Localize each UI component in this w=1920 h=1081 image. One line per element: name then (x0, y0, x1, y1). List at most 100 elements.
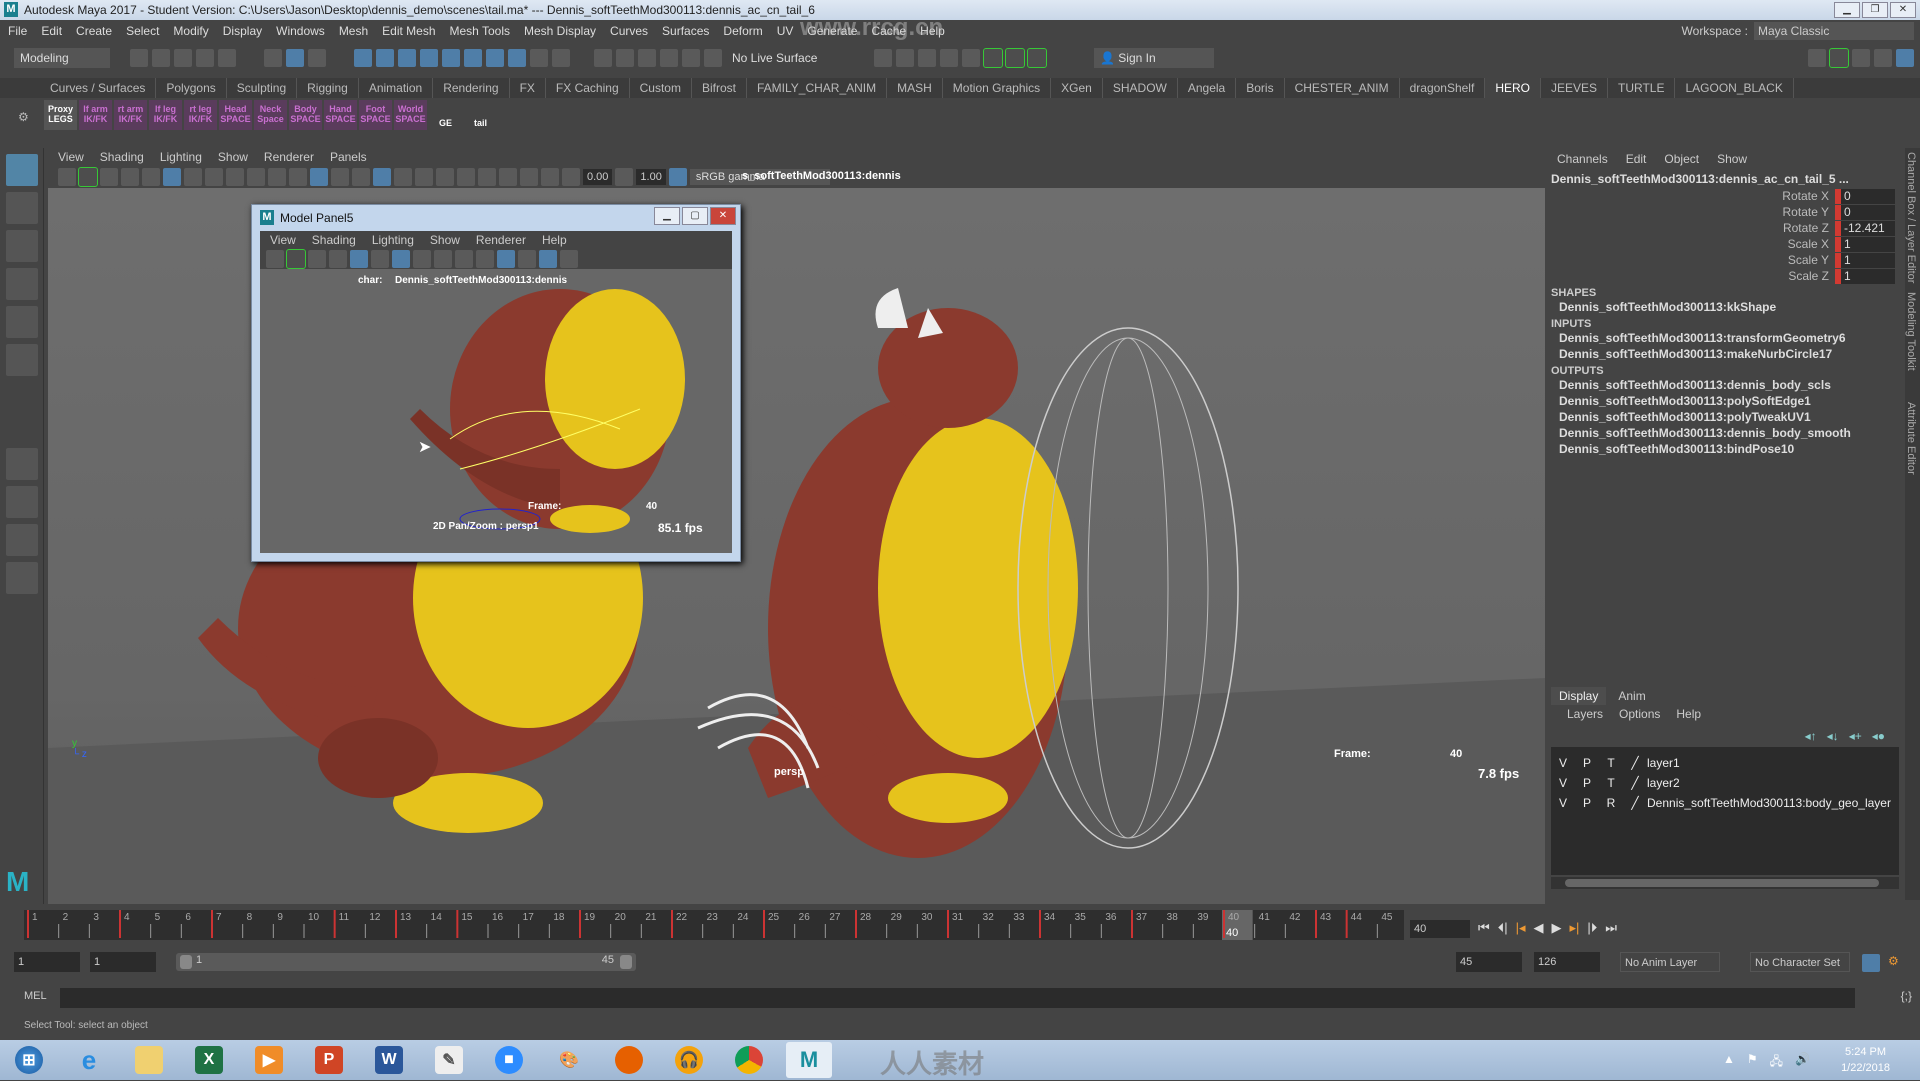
prev-key-icon[interactable]: |◂ (1516, 920, 1526, 936)
rotate-tool-icon[interactable] (5, 306, 38, 338)
shelf-tab-xgen[interactable]: XGen (1051, 78, 1103, 98)
move-tool-icon[interactable] (5, 268, 38, 300)
resolution-gate-icon[interactable] (205, 168, 223, 186)
ipr-render-icon[interactable] (918, 49, 936, 67)
modeling-toolkit-icon[interactable] (1808, 49, 1826, 67)
close-button[interactable]: ✕ (1890, 2, 1916, 18)
xray-joints-icon[interactable] (520, 168, 538, 186)
powerpoint-icon[interactable]: P (306, 1042, 352, 1078)
panel-menu-shading[interactable]: Shading (312, 233, 356, 247)
animation-prefs-icon[interactable]: ⚙ (1888, 954, 1899, 968)
excel-icon[interactable]: X (186, 1042, 232, 1078)
layer-toggle-v[interactable]: V (1551, 776, 1575, 790)
move-layer-down-icon[interactable]: ◂↓ (1827, 729, 1839, 743)
menu-file[interactable]: File (8, 24, 27, 38)
shadows-icon[interactable] (415, 168, 433, 186)
panel-menu-help[interactable]: Help (542, 233, 567, 247)
lock-icon[interactable] (530, 49, 548, 67)
hypershade-icon[interactable] (962, 49, 980, 67)
shelf-button-neck-space[interactable]: Neck Space (254, 100, 287, 130)
shelf-button-lf-leg-ik-fk[interactable]: lf leg IK/FK (149, 100, 182, 130)
film-gate-icon[interactable] (184, 168, 202, 186)
viewport-menu-panels[interactable]: Panels (330, 150, 367, 164)
attr-label[interactable]: Scale Z (1755, 269, 1835, 283)
shelf-tab-polygons[interactable]: Polygons (156, 78, 227, 98)
mel-input[interactable] (60, 988, 1855, 1008)
snap-misc-icon[interactable] (486, 49, 504, 67)
select-component-icon[interactable] (308, 49, 326, 67)
restore-button[interactable]: ❐ (1862, 2, 1888, 18)
bookmark-icon[interactable] (100, 168, 118, 186)
viewport-menu-renderer[interactable]: Renderer (264, 150, 314, 164)
shelf-button-rt-arm-ik-fk[interactable]: rt arm IK/FK (114, 100, 147, 130)
snap-curve-icon[interactable] (376, 49, 394, 67)
layer-toggle-t[interactable]: T (1599, 756, 1623, 770)
wireframe-icon[interactable] (476, 250, 494, 268)
layer-color-swatch[interactable]: ╱ (1623, 756, 1647, 770)
render-view-icon[interactable] (874, 49, 892, 67)
clock[interactable]: 5:24 PM 1/22/2018 (1841, 1044, 1890, 1076)
save-scene-icon[interactable] (174, 49, 192, 67)
redo-icon[interactable] (218, 49, 236, 67)
menu-windows[interactable]: Windows (276, 24, 325, 38)
select-hierarchy-icon[interactable] (264, 49, 282, 67)
smooth-shade-icon[interactable] (497, 250, 515, 268)
side-tab-attribute-editor[interactable]: Attribute Editor (1905, 398, 1917, 508)
two-view-layout-icon[interactable] (5, 524, 38, 556)
input-node[interactable]: Dennis_softTeethMod300113:makeNurbCircle… (1545, 346, 1905, 362)
menu-deform[interactable]: Deform (723, 24, 762, 38)
layer-toggle-p[interactable]: P (1575, 756, 1599, 770)
grease-pencil-icon[interactable] (371, 250, 389, 268)
audacity-icon[interactable]: 🎧 (666, 1042, 712, 1078)
outliner-layout-icon[interactable] (5, 562, 38, 594)
shelf-tab-sculpting[interactable]: Sculpting (227, 78, 298, 98)
layer-row[interactable]: V P T ╱ layer1 (1551, 753, 1899, 773)
attr-value-field[interactable]: -12.421 (1841, 220, 1895, 236)
media-player-icon[interactable]: ▶ (246, 1042, 292, 1078)
menu-mesh-display[interactable]: Mesh Display (524, 24, 596, 38)
hud-icon[interactable] (541, 168, 559, 186)
output-node[interactable]: Dennis_softTeethMod300113:polyTweakUV1 (1545, 409, 1905, 425)
character-set-dropdown[interactable]: No Character Set (1750, 952, 1850, 972)
gate-mask-icon[interactable] (226, 168, 244, 186)
shelf-tab-boris[interactable]: Boris (1236, 78, 1285, 98)
viewport-menu-lighting[interactable]: Lighting (160, 150, 202, 164)
image-plane-icon[interactable] (121, 168, 139, 186)
file-explorer-icon[interactable] (126, 1042, 172, 1078)
attr-label[interactable]: Scale Y (1755, 253, 1835, 267)
shelf-tab-jeeves[interactable]: JEEVES (1541, 78, 1609, 98)
lasso-tool-icon[interactable] (5, 192, 38, 224)
image-plane-icon[interactable] (329, 250, 347, 268)
attr-label[interactable]: Rotate Y (1755, 205, 1835, 219)
menuset-dropdown[interactable]: Modeling (14, 48, 110, 68)
snap-together-icon[interactable] (638, 49, 656, 67)
firefox-icon[interactable] (606, 1042, 652, 1078)
camera-icon[interactable] (266, 250, 284, 268)
symmetry-icon[interactable] (682, 49, 700, 67)
isolate-select-icon[interactable] (499, 168, 517, 186)
menu-create[interactable]: Create (76, 24, 112, 38)
side-tab-modeling-toolkit[interactable]: Modeling Toolkit (1905, 288, 1917, 398)
timeline-ticks[interactable]: 1 2 3 4 5 6 7 8 9 10 11 12 13 14 15 16 17 18 19 20 21 22 23 24 2… (24, 910, 1404, 940)
wireframe-on-shaded-icon[interactable] (331, 168, 349, 186)
shelf-button-ge[interactable]: GE (429, 100, 462, 130)
color-management-icon[interactable] (668, 168, 687, 186)
menu-edit-mesh[interactable]: Edit Mesh (382, 24, 435, 38)
shelf-button-world-space[interactable]: World SPACE (394, 100, 427, 130)
zoom-icon[interactable]: ■ (486, 1042, 532, 1078)
time-slider[interactable]: 1 2 3 4 5 6 7 8 9 10 11 12 13 14 15 16 17 18 19 20 21 22 23 24 2… (0, 908, 1920, 946)
shelf-tab-fx-caching[interactable]: FX Caching (546, 78, 630, 98)
shelf-tab-shadow[interactable]: SHADOW (1103, 78, 1178, 98)
shelf-button-body-space[interactable]: Body SPACE (289, 100, 322, 130)
internet-explorer-icon[interactable]: e (66, 1042, 112, 1078)
textured-icon[interactable] (539, 250, 557, 268)
smooth-shade-icon[interactable] (310, 168, 328, 186)
shelf-button-tail[interactable]: tail (464, 100, 497, 130)
wireframe-icon[interactable] (289, 168, 307, 186)
model-panel-titlebar[interactable]: M Model Panel5 ▁ ▢ ✕ (252, 205, 740, 231)
menu-curves[interactable]: Curves (610, 24, 648, 38)
volume-icon[interactable]: 🔊 (1795, 1052, 1810, 1073)
layer-toggle-v[interactable]: V (1551, 796, 1575, 810)
layer-toggle-p[interactable]: P (1575, 776, 1599, 790)
pause-viewport-icon[interactable] (1027, 48, 1047, 68)
